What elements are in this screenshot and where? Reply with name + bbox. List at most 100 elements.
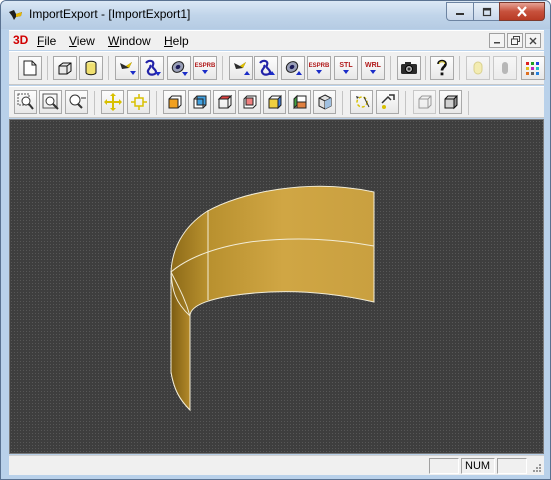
front-view-button[interactable] bbox=[163, 90, 186, 114]
camera-icon bbox=[401, 62, 417, 74]
maximize-icon bbox=[482, 7, 491, 16]
close-icon bbox=[517, 6, 527, 17]
pan-button[interactable] bbox=[101, 90, 124, 114]
view-toolbar bbox=[9, 86, 544, 118]
export-image-button[interactable] bbox=[397, 56, 421, 80]
menu-window-mnemonic: W bbox=[108, 34, 120, 48]
color-button[interactable] bbox=[466, 56, 490, 80]
box-button[interactable] bbox=[53, 56, 77, 80]
mdi-child-icon-3d[interactable]: 3D bbox=[13, 33, 28, 47]
menu-file[interactable]: File bbox=[37, 34, 56, 48]
export-brep-button[interactable] bbox=[229, 56, 253, 80]
iges-icon bbox=[145, 59, 161, 76]
back-view-button[interactable] bbox=[188, 90, 211, 114]
reset-view-button[interactable] bbox=[376, 90, 399, 114]
cube-axo-icon bbox=[318, 94, 331, 110]
shaded-cube-icon bbox=[444, 94, 457, 110]
shading-button[interactable] bbox=[439, 90, 462, 114]
minimize-button[interactable] bbox=[446, 2, 473, 21]
wireframe-icon bbox=[418, 95, 431, 109]
csfdb-export-icon bbox=[285, 61, 302, 75]
toolbar-separator bbox=[222, 56, 223, 80]
toolbar-separator bbox=[459, 56, 460, 80]
import-iges-button[interactable] bbox=[140, 56, 164, 80]
resize-grip-icon[interactable] bbox=[531, 462, 542, 473]
cube-bottom-icon bbox=[243, 95, 256, 109]
export-csfdb-button[interactable] bbox=[281, 56, 305, 80]
toolbar-separator bbox=[342, 91, 343, 115]
zoom-window-button[interactable] bbox=[14, 90, 37, 114]
minimize-icon bbox=[456, 12, 464, 15]
menu-window[interactable]: Window bbox=[108, 34, 151, 48]
box-icon bbox=[58, 62, 72, 74]
toolbar-separator bbox=[405, 91, 406, 115]
cube-left-icon bbox=[268, 94, 281, 110]
global-pan-button[interactable] bbox=[127, 90, 150, 114]
menu-bar: 3D File View Window Help bbox=[9, 30, 544, 50]
import-brep-button[interactable] bbox=[115, 56, 139, 80]
about-button[interactable] bbox=[430, 56, 454, 80]
restore-icon bbox=[510, 36, 520, 45]
close-icon bbox=[529, 37, 537, 44]
new-button[interactable] bbox=[18, 56, 42, 80]
child-restore-button[interactable] bbox=[507, 33, 523, 48]
reset-view-icon bbox=[380, 94, 395, 109]
palette-button[interactable] bbox=[521, 56, 545, 80]
menu-window-label: indow bbox=[119, 34, 151, 48]
application-window: ImportExport - [ImportExport1] 3D File V… bbox=[0, 0, 551, 480]
cube-top-icon bbox=[217, 94, 232, 109]
material-button[interactable] bbox=[493, 56, 517, 80]
menu-file-label: ile bbox=[44, 34, 57, 48]
import-shape-icon bbox=[120, 62, 136, 75]
caption-buttons bbox=[446, 2, 545, 21]
toolbar-separator bbox=[108, 56, 109, 80]
import-step-button[interactable]: ESPRB bbox=[193, 56, 217, 80]
wireframe-button[interactable] bbox=[413, 90, 436, 114]
app-icon bbox=[9, 10, 22, 20]
step-import-icon: ESPRB bbox=[195, 63, 215, 74]
shape-surface bbox=[170, 185, 375, 412]
export-arrow-icon bbox=[369, 69, 376, 74]
fit-all-icon bbox=[42, 93, 59, 110]
status-pane-caps bbox=[429, 458, 459, 474]
maximize-button[interactable] bbox=[473, 2, 499, 21]
export-vrml-button[interactable]: WRL bbox=[361, 56, 385, 80]
export-arrow-icon bbox=[342, 69, 349, 74]
left-view-button[interactable] bbox=[263, 90, 286, 114]
fit-all-button[interactable] bbox=[39, 90, 62, 114]
cube-back-icon bbox=[193, 95, 206, 109]
3d-viewport[interactable] bbox=[9, 119, 544, 454]
import-csfdb-button[interactable] bbox=[167, 56, 191, 80]
close-button[interactable] bbox=[499, 2, 545, 21]
export-shape-icon bbox=[234, 62, 250, 75]
menu-help-mnemonic: H bbox=[164, 34, 173, 48]
step-export-icon: ESPRB bbox=[309, 63, 329, 74]
top-view-button[interactable] bbox=[213, 90, 236, 114]
help-icon bbox=[437, 59, 447, 76]
import-arrow-icon bbox=[201, 69, 208, 74]
axo-view-button[interactable] bbox=[313, 90, 336, 114]
rotate-button[interactable] bbox=[350, 90, 373, 114]
yellow-shape-icon bbox=[473, 61, 483, 75]
bottom-view-button[interactable] bbox=[238, 90, 261, 114]
export-stl-button[interactable]: STL bbox=[334, 56, 358, 80]
menu-help[interactable]: Help bbox=[164, 34, 189, 48]
title-bar[interactable]: ImportExport - [ImportExport1] bbox=[1, 1, 550, 29]
export-step-button[interactable]: ESPRB bbox=[307, 56, 331, 80]
toolbar-separator bbox=[425, 56, 426, 80]
right-view-button[interactable] bbox=[288, 90, 311, 114]
main-toolbar: ESPRB ESPRB STL WRL bbox=[9, 51, 545, 85]
child-close-button[interactable] bbox=[525, 33, 541, 48]
cylinder-button[interactable] bbox=[79, 56, 103, 80]
export-iges-button[interactable] bbox=[254, 56, 278, 80]
menu-view[interactable]: View bbox=[69, 34, 95, 48]
status-num-indicator: NUM bbox=[461, 458, 495, 474]
status-bar: NUM bbox=[9, 455, 544, 475]
stl-label: STL bbox=[339, 61, 353, 69]
mdi-child-buttons bbox=[489, 33, 541, 48]
toolbar-separator bbox=[94, 91, 95, 115]
menu-help-label: elp bbox=[172, 34, 189, 48]
dynamic-zoom-button[interactable] bbox=[65, 90, 88, 114]
child-minimize-button[interactable] bbox=[489, 33, 505, 48]
zoom-window-icon bbox=[17, 93, 34, 110]
